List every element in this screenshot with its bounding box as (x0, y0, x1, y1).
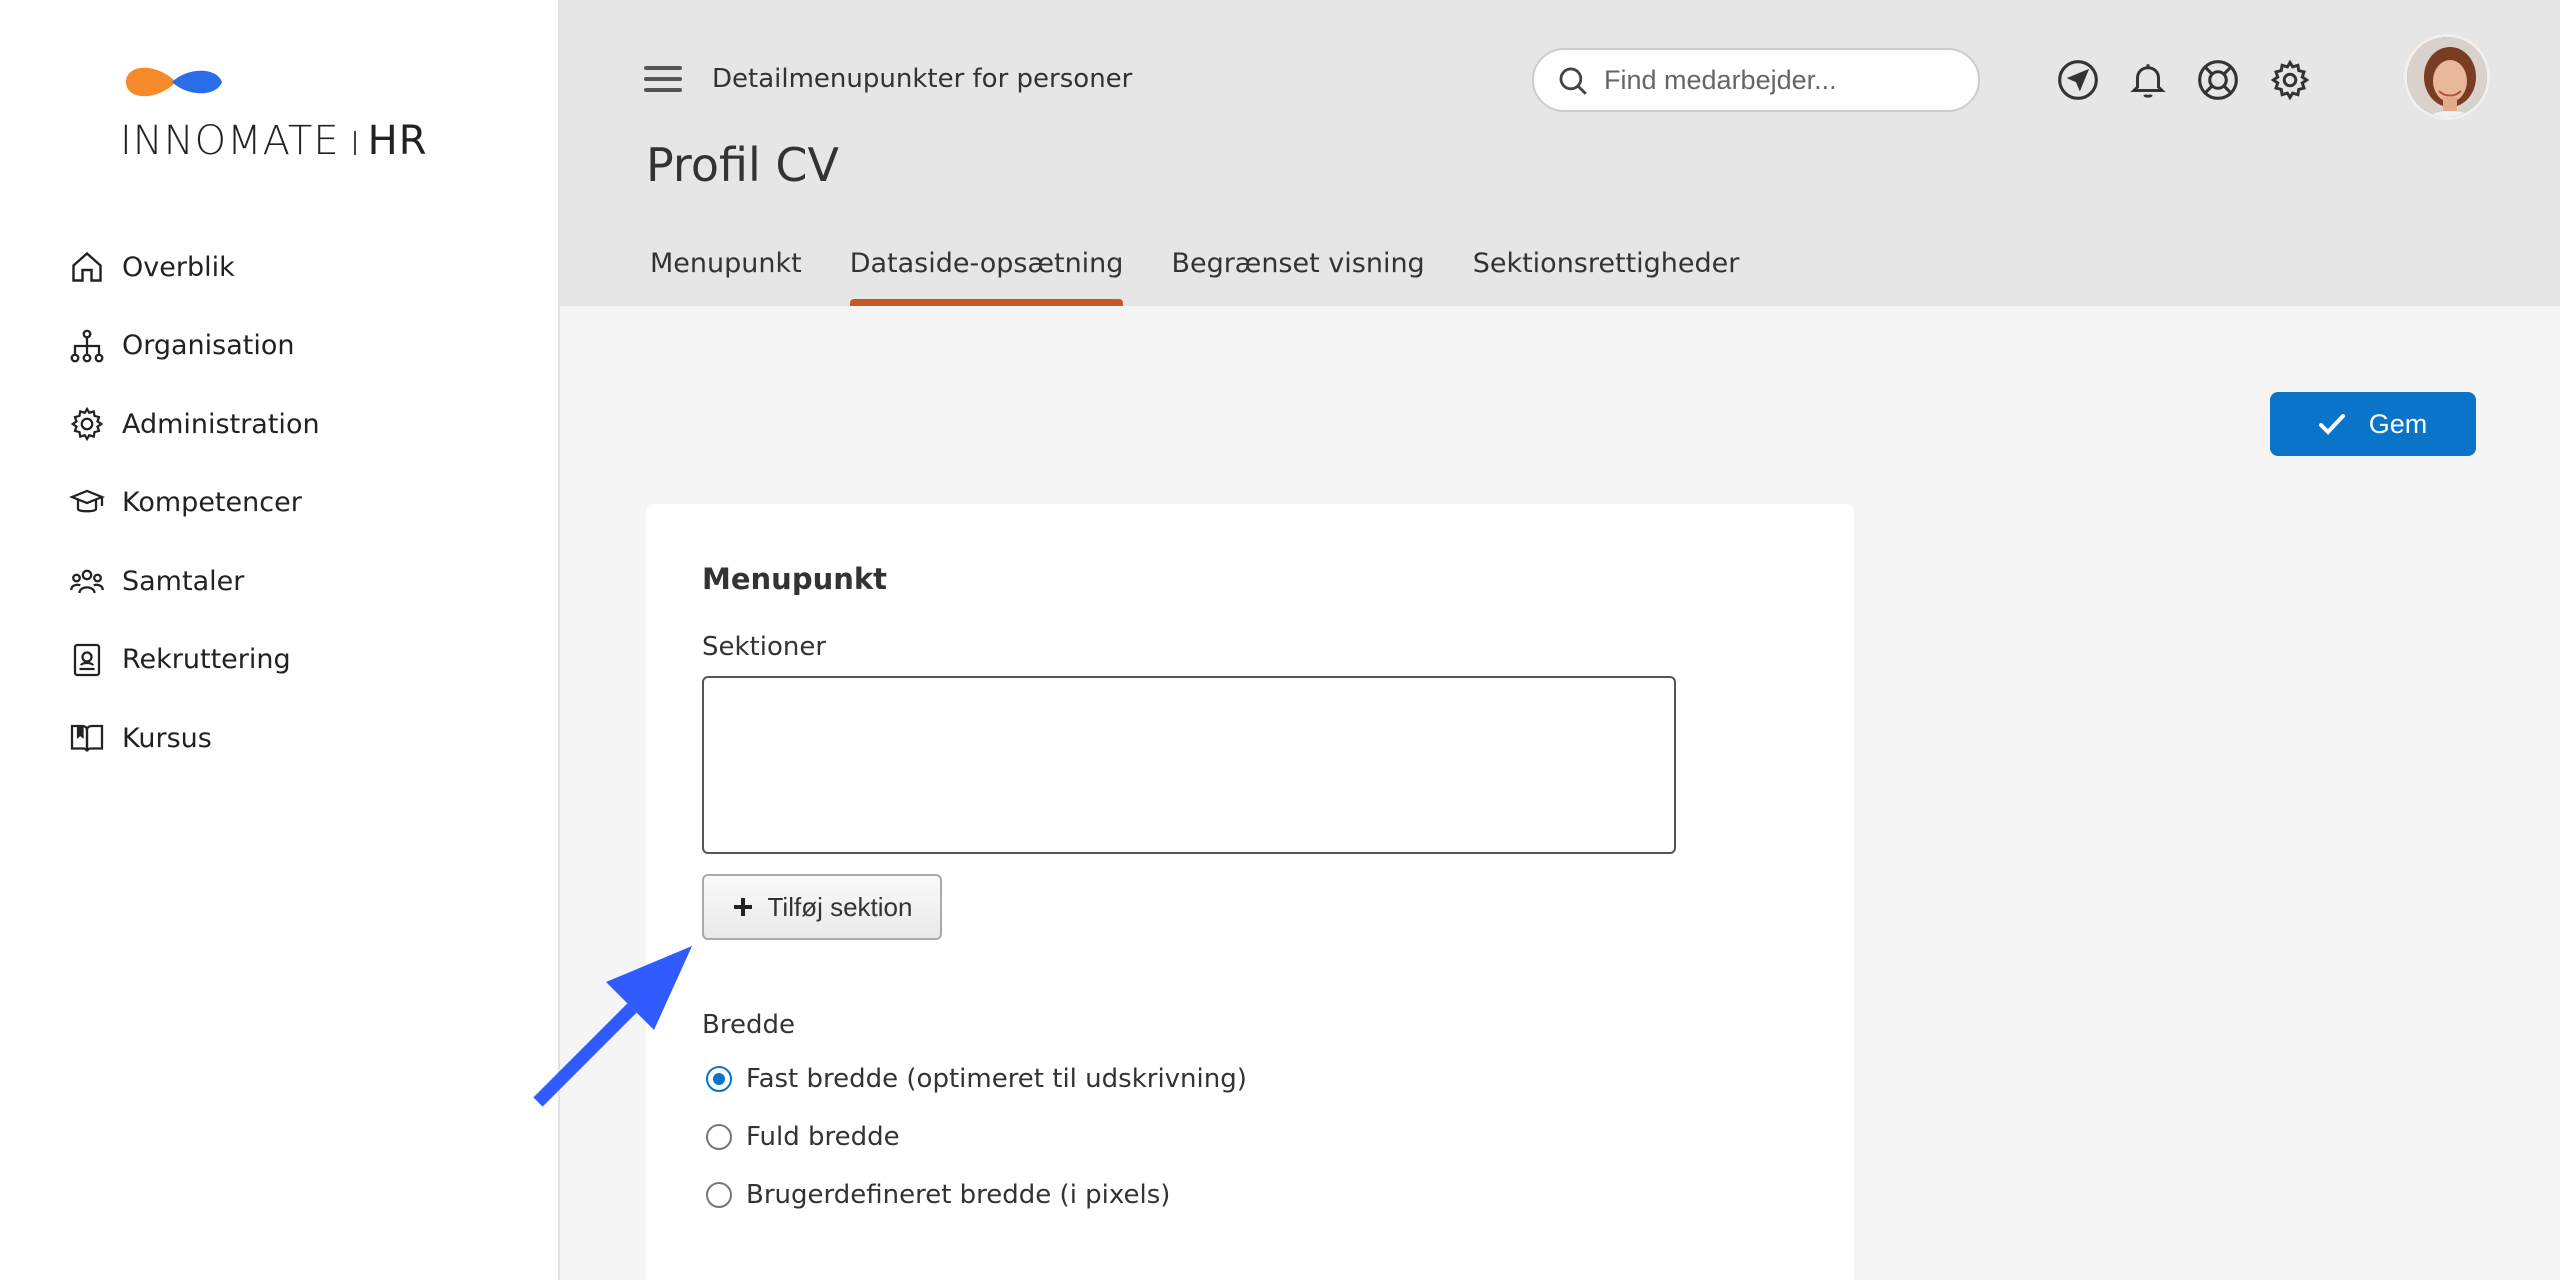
sidebar-item-label: Kursus (122, 722, 212, 754)
sidebar-item-label: Samtaler (122, 565, 245, 597)
logo-suffix: HR (367, 118, 428, 164)
annotation-arrow-icon (533, 946, 692, 1107)
people-icon (68, 562, 106, 600)
sidebar-item-organisation[interactable]: Organisation (68, 307, 320, 386)
radio-label: Fast bredde (optimeret til udskrivning) (746, 1064, 1247, 1094)
sidebar-item-samtaler[interactable]: Samtaler (68, 542, 320, 621)
tab-dataside-opsaetning[interactable]: Dataside-opsætning (849, 248, 1123, 306)
logo-name: INNOMATE (120, 118, 340, 164)
tab-bar: Menupunkt Dataside-opsætning Begrænset v… (650, 248, 1787, 306)
sidebar-item-label: Rekruttering (122, 644, 291, 676)
card-title: Menupunkt (702, 562, 888, 596)
plus-icon (733, 898, 752, 916)
settings-gear-icon[interactable] (2268, 58, 2312, 102)
sidebar-item-kompetencer[interactable]: Kompetencer (68, 464, 320, 543)
width-option-custom[interactable]: Brugerdefineret bredde (i pixels) (706, 1180, 1170, 1210)
home-icon (68, 248, 106, 286)
top-header: Detailmenupunkter for personer Profil CV… (560, 0, 2560, 306)
logo-mark-icon (126, 67, 222, 97)
width-option-fixed[interactable]: Fast bredde (optimeret til udskrivning) (706, 1064, 1247, 1094)
sidebar-item-label: Administration (122, 408, 320, 440)
sidebar-item-kursus[interactable]: Kursus (68, 699, 320, 778)
sidebar-nav: Overblik Organisation Administration Kom… (68, 228, 320, 778)
menupunkt-card: Menupunkt Sektioner Tilføj sektion Bredd… (646, 504, 1854, 1280)
radio-button[interactable] (706, 1066, 732, 1092)
sections-list[interactable] (702, 676, 1676, 854)
logo-separator (353, 131, 356, 155)
sidebar-item-administration[interactable]: Administration (68, 385, 320, 464)
logo-wordmark: INNOMATE HR (120, 118, 427, 164)
checkmark-icon (2318, 414, 2345, 435)
radio-button[interactable] (706, 1182, 732, 1208)
search-input[interactable] (1604, 64, 1944, 96)
tab-begraenset-visning[interactable]: Begrænset visning (1171, 248, 1424, 306)
sidebar-item-rekruttering[interactable]: Rekruttering (68, 621, 320, 700)
gear-icon (68, 405, 106, 443)
width-label: Bredde (702, 1010, 795, 1040)
employee-search (1532, 48, 1980, 112)
user-avatar[interactable] (2404, 34, 2490, 120)
badge-icon (68, 641, 106, 679)
org-chart-icon (68, 327, 106, 365)
save-button[interactable]: Gem (2270, 392, 2476, 456)
sidebar-item-label: Kompetencer (122, 487, 302, 519)
sidebar-item-label: Organisation (122, 330, 295, 362)
avatar-portrait-icon (2407, 37, 2487, 117)
save-button-label: Gem (2368, 408, 2428, 439)
help-lifebuoy-icon[interactable] (2196, 58, 2240, 102)
radio-button[interactable] (706, 1124, 732, 1150)
radio-label: Brugerdefineret bredde (i pixels) (746, 1180, 1171, 1210)
tab-sektionsrettigheder[interactable]: Sektionsrettigheder (1473, 248, 1740, 306)
search-icon (1559, 67, 1587, 95)
width-option-full[interactable]: Fuld bredde (706, 1122, 900, 1152)
breadcrumb: Detailmenupunkter for personer (712, 64, 1133, 94)
page-title: Profil CV (646, 138, 839, 192)
innomate-logo[interactable]: INNOMATE HR (120, 60, 450, 170)
sidebar-item-label: Overblik (122, 251, 235, 283)
sections-label: Sektioner (702, 632, 827, 662)
navigation-arrow-icon[interactable] (2056, 58, 2100, 102)
sidebar-item-overblik[interactable]: Overblik (68, 228, 320, 307)
radio-label: Fuld bredde (746, 1122, 900, 1152)
add-section-button[interactable]: Tilføj sektion (702, 874, 942, 940)
hamburger-menu-icon[interactable] (644, 66, 682, 96)
add-section-label: Tilføj sektion (767, 891, 913, 922)
bell-icon[interactable] (2126, 58, 2170, 102)
graduation-cap-icon (68, 484, 106, 522)
tab-menupunkt[interactable]: Menupunkt (650, 248, 802, 306)
book-icon (68, 719, 106, 757)
sidebar: INNOMATE HR Overblik Organisation Adminis… (0, 0, 560, 1280)
